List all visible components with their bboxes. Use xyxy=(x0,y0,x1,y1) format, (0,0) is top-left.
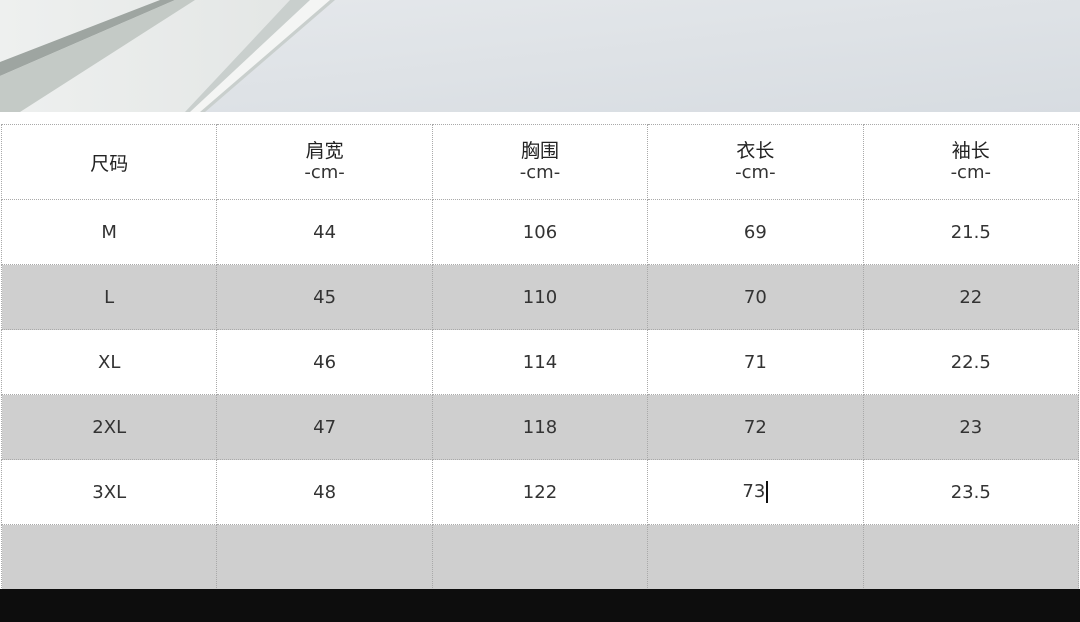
header-sleeve-label: 袖长 xyxy=(951,140,990,162)
cell-shoulder: 45 xyxy=(216,264,433,330)
empty-cell xyxy=(216,524,433,589)
header-sleeve-unit: -cm- xyxy=(950,162,991,183)
cell-size: L xyxy=(0,264,218,330)
bottom-bar xyxy=(0,589,1080,622)
cell-length[interactable]: 73 xyxy=(647,459,864,525)
cell-length: 71 xyxy=(647,329,864,395)
table-row: 3XL 48 122 73 23.5 xyxy=(0,459,1080,525)
cell-chest: 106 xyxy=(431,199,649,265)
cell-shoulder: 46 xyxy=(216,329,433,395)
empty-cell xyxy=(0,524,218,589)
header-chest-unit: -cm- xyxy=(519,162,561,183)
cell-length-value: 73 xyxy=(742,481,766,502)
empty-cell xyxy=(862,524,1080,589)
cell-shoulder: 47 xyxy=(216,394,433,460)
header-size-label: 尺码 xyxy=(90,152,129,175)
empty-cell xyxy=(431,524,649,589)
table-row: M 44 106 69 21.5 xyxy=(0,199,1080,265)
table-row: L 45 110 70 22 xyxy=(0,264,1080,330)
table-row: XL 46 114 71 22.5 xyxy=(0,329,1080,395)
cell-shoulder: 48 xyxy=(216,459,433,525)
product-photo-strip xyxy=(0,0,1080,112)
cell-sleeve: 23.5 xyxy=(862,459,1080,525)
cell-length: 69 xyxy=(647,199,864,265)
wall-and-floor-photo xyxy=(0,0,1080,112)
cell-chest: 114 xyxy=(431,329,649,395)
header-size: 尺码 xyxy=(0,124,218,200)
text-cursor xyxy=(766,481,769,503)
header-length-label: 衣长 xyxy=(736,140,775,162)
cell-length: 72 xyxy=(647,394,864,460)
cell-shoulder: 44 xyxy=(216,199,433,265)
cell-chest: 110 xyxy=(431,264,649,330)
table-header-row: 尺码 肩宽 -cm- 胸围 -cm- 衣长 -cm- 袖长 -cm- xyxy=(0,124,1080,200)
header-length-unit: -cm- xyxy=(735,162,776,183)
cell-size: 2XL xyxy=(0,394,218,460)
cell-sleeve: 23 xyxy=(862,394,1080,460)
cell-sleeve: 22 xyxy=(862,264,1080,330)
size-chart: 尺码 肩宽 -cm- 胸围 -cm- 衣长 -cm- 袖长 -cm- M 44 … xyxy=(0,124,1080,589)
header-sleeve: 袖长 -cm- xyxy=(862,124,1080,200)
cell-length: 70 xyxy=(647,264,864,330)
header-shoulder-label: 肩宽 xyxy=(305,140,344,162)
table-row: 2XL 47 118 72 23 xyxy=(0,394,1080,460)
header-length: 衣长 -cm- xyxy=(647,124,864,200)
header-shoulder: 肩宽 -cm- xyxy=(216,124,433,200)
empty-cell xyxy=(647,524,864,589)
cell-size: XL xyxy=(0,329,218,395)
photo-divider xyxy=(0,112,1080,124)
empty-table-row xyxy=(0,524,1080,589)
cell-size: M xyxy=(0,199,218,265)
cell-chest: 118 xyxy=(431,394,649,460)
cell-sleeve: 22.5 xyxy=(862,329,1080,395)
size-table: 尺码 肩宽 -cm- 胸围 -cm- 衣长 -cm- 袖长 -cm- M 44 … xyxy=(0,124,1080,589)
header-chest: 胸围 -cm- xyxy=(431,124,649,200)
cell-sleeve: 21.5 xyxy=(862,199,1080,265)
cell-size: 3XL xyxy=(0,459,218,525)
header-shoulder-unit: -cm- xyxy=(304,162,345,183)
header-chest-label: 胸围 xyxy=(520,140,559,162)
cell-chest: 122 xyxy=(431,459,649,525)
